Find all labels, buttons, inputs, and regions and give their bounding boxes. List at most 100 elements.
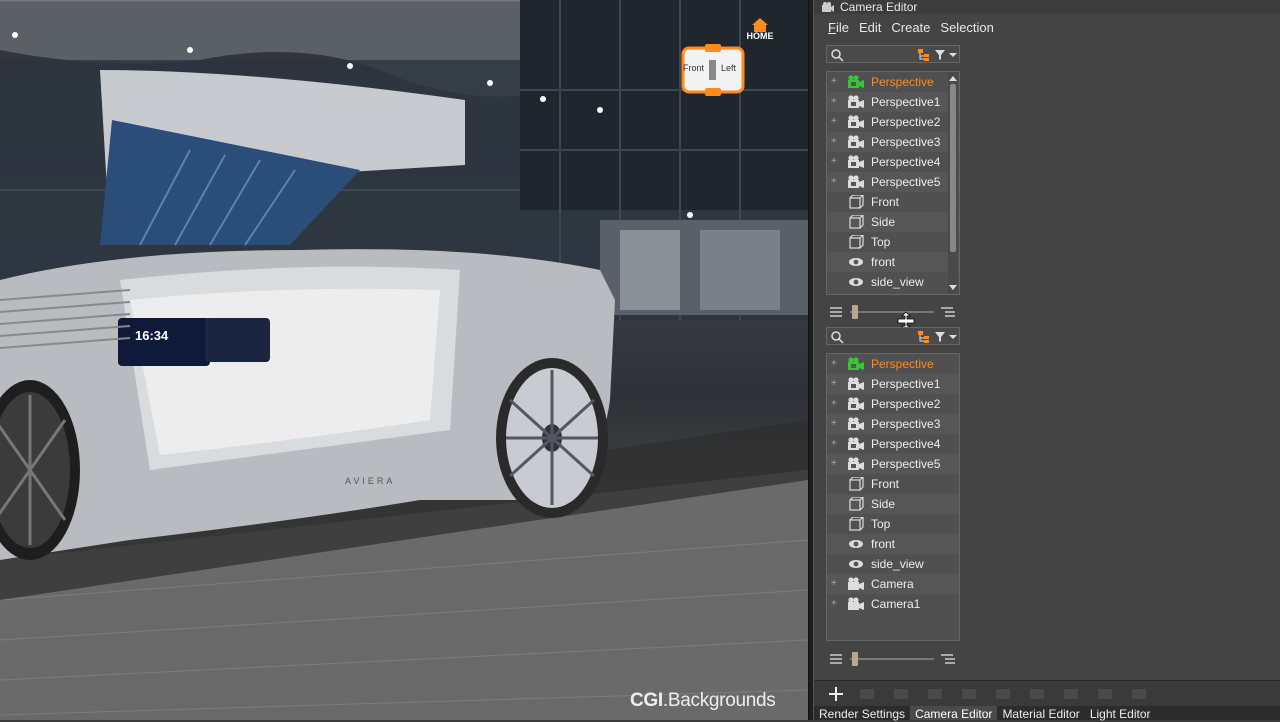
camera-list-item[interactable]: + Perspective5 — [827, 454, 959, 474]
camera-list-item[interactable]: + Perspective1 — [827, 374, 959, 394]
camera-list-item[interactable]: + Perspective3 — [827, 414, 959, 434]
watermark-bold: CGI — [630, 690, 663, 711]
tab-light-editor[interactable]: Light Editor — [1085, 706, 1156, 721]
camera-icon — [848, 597, 864, 611]
upper-search-bar[interactable] — [826, 45, 960, 63]
expand-icon[interactable]: + — [831, 439, 839, 449]
camera-list-item[interactable]: + Perspective5 — [827, 172, 959, 192]
camera-item-label: Perspective5 — [871, 175, 941, 189]
eye-icon — [848, 275, 864, 289]
tree-view-icon[interactable] — [940, 306, 956, 318]
upper-list-scrollbar[interactable] — [948, 72, 958, 294]
chevron-down-icon[interactable] — [949, 331, 957, 343]
camera-item-label: Side — [871, 215, 896, 229]
hierarchy-icon[interactable] — [917, 48, 931, 62]
filter-icon[interactable] — [934, 49, 946, 61]
add-camera-icon[interactable] — [827, 685, 845, 703]
camera-item-label: Perspective4 — [871, 437, 941, 451]
perspective-camera-icon — [848, 75, 864, 89]
lower-search-tools — [917, 330, 957, 344]
ortho-cube-icon — [848, 516, 864, 531]
camera-list-item[interactable]: side_view — [827, 554, 959, 574]
perspective-camera-icon — [848, 95, 864, 109]
expand-icon[interactable]: + — [831, 97, 839, 107]
expand-icon[interactable]: + — [831, 399, 839, 409]
camera-list-item[interactable]: + Camera — [827, 574, 959, 594]
list-view-icon[interactable] — [829, 653, 843, 665]
camera-list-item[interactable]: Front — [827, 474, 959, 494]
camera-list-item[interactable]: front — [827, 534, 959, 554]
tab-material-editor[interactable]: Material Editor — [997, 706, 1084, 721]
tab-render-settings[interactable]: Render Settings — [814, 706, 910, 721]
camera-item-label: Perspective1 — [871, 95, 941, 109]
menu-selection[interactable]: Selection — [940, 20, 993, 35]
disabled-toolbar-icons — [860, 689, 1146, 699]
camera-list-item[interactable]: Front — [827, 192, 959, 212]
camera-list-item[interactable]: + Perspective — [827, 72, 959, 92]
menu-edit[interactable]: Edit — [859, 20, 881, 35]
camera-list-item[interactable]: Top — [827, 514, 959, 534]
camera-list-item[interactable]: + Perspective3 — [827, 132, 959, 152]
lower-camera-list[interactable]: + Perspective + Perspective1 + Perspective2 + P… — [826, 353, 960, 641]
perspective-camera-icon — [848, 397, 864, 411]
view-cube-front-label: Front — [683, 63, 705, 73]
menu-file[interactable]: File — [828, 20, 849, 35]
slider-thumb[interactable] — [852, 305, 858, 319]
upper-zoom-slider[interactable] — [826, 303, 960, 321]
render-viewport[interactable]: 16:34 AVIERA HOME Front Left CGI.Backgro… — [0, 0, 808, 720]
camera-list-item[interactable]: + Perspective4 — [827, 434, 959, 454]
camera-item-label: Top — [871, 235, 891, 249]
camera-list-item[interactable]: Top — [827, 232, 959, 252]
hierarchy-icon[interactable] — [917, 330, 931, 344]
camera-icon — [848, 577, 864, 591]
expand-icon[interactable]: + — [831, 157, 839, 167]
camera-editor-panel: Camera Editor File Edit Create Selection… — [814, 0, 1280, 721]
ortho-cube-icon — [848, 194, 864, 209]
camera-list-item[interactable]: front — [827, 252, 959, 272]
camera-list-item[interactable]: + Perspective1 — [827, 92, 959, 112]
title-bar: Camera Editor — [814, 0, 1280, 14]
expand-icon[interactable]: + — [831, 459, 839, 469]
camera-list-item[interactable]: + Camera1 — [827, 594, 959, 614]
expand-icon[interactable]: + — [831, 579, 839, 589]
camera-list-item[interactable]: + Perspective4 — [827, 152, 959, 172]
expand-icon[interactable]: + — [831, 117, 839, 127]
expand-icon[interactable]: + — [831, 359, 839, 369]
camera-list-item[interactable]: side_view — [827, 272, 959, 292]
car-render-scene: 16:34 AVIERA — [0, 0, 808, 720]
camera-list-item[interactable]: + Perspective2 — [827, 112, 959, 132]
lower-search-bar[interactable] — [826, 327, 960, 345]
scroll-up-icon[interactable] — [948, 74, 958, 82]
slider-thumb[interactable] — [852, 652, 858, 666]
home-view-button[interactable]: HOME — [741, 17, 779, 41]
expand-icon[interactable]: + — [831, 599, 839, 609]
camera-item-label: Perspective3 — [871, 417, 941, 431]
chevron-down-icon[interactable] — [949, 49, 957, 61]
camera-item-label: side_view — [871, 275, 924, 289]
tab-camera-editor[interactable]: Camera Editor — [910, 706, 998, 721]
eye-icon — [848, 255, 864, 269]
perspective-camera-icon — [848, 457, 864, 471]
rear-wheel — [496, 358, 608, 518]
expand-icon[interactable]: + — [831, 77, 839, 87]
upper-camera-list[interactable]: + Perspective + Perspective1 + Perspective2 + P… — [826, 71, 960, 295]
expand-icon[interactable]: + — [831, 419, 839, 429]
eye-icon — [848, 557, 864, 571]
expand-icon[interactable]: + — [831, 177, 839, 187]
view-cube[interactable]: Front Left — [681, 44, 745, 96]
menu-create[interactable]: Create — [891, 20, 930, 35]
scroll-down-icon[interactable] — [948, 284, 958, 292]
list-view-icon[interactable] — [829, 306, 843, 318]
tree-view-icon[interactable] — [940, 653, 956, 665]
camera-list-item[interactable]: + Perspective2 — [827, 394, 959, 414]
camera-list-item[interactable]: Side — [827, 212, 959, 232]
camera-list-item[interactable]: Side — [827, 494, 959, 514]
upper-list-scroll-thumb[interactable] — [950, 84, 956, 252]
expand-icon[interactable]: + — [831, 137, 839, 147]
expand-icon[interactable]: + — [831, 379, 839, 389]
window-title: Camera Editor — [840, 0, 918, 14]
lower-zoom-slider[interactable] — [826, 650, 960, 668]
filter-icon[interactable] — [934, 331, 946, 343]
camera-list-item[interactable]: + Perspective — [827, 354, 959, 374]
ortho-cube-icon — [848, 476, 864, 491]
